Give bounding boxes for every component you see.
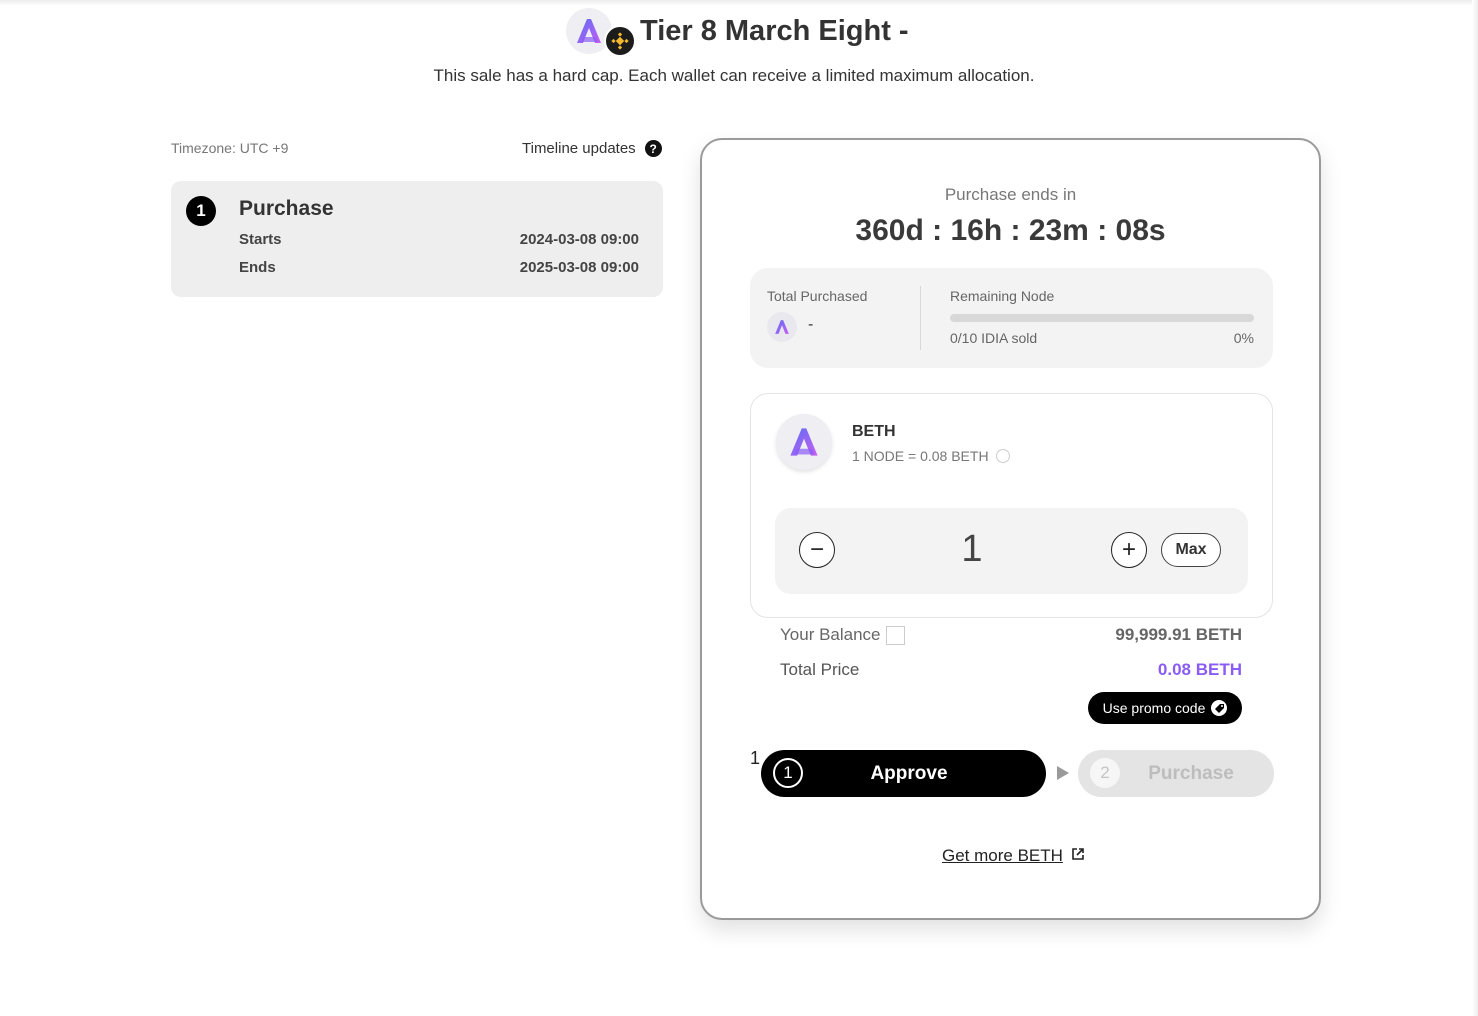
external-link-icon xyxy=(1071,846,1085,866)
balance-label: Your Balance xyxy=(780,625,881,644)
sale-header: Tier 8 March Eight - xyxy=(566,6,909,57)
stats-box: Total Purchased - Remaining Node 0/10 ID… xyxy=(750,268,1273,368)
token-logo-icon xyxy=(776,414,832,470)
total-price-row: Total Price 0.08 BETH xyxy=(780,660,1242,680)
timezone-label: Timezone: UTC +9 xyxy=(171,140,289,156)
stats-divider xyxy=(920,286,921,350)
countdown-timer: 360d : 16h : 23m : 08s xyxy=(855,214,1166,247)
total-purchased-label: Total Purchased xyxy=(767,288,868,304)
sold-count-text: 0/10 IDIA sold xyxy=(950,330,1038,346)
phase-starts-label: Starts xyxy=(239,231,282,248)
help-icon[interactable]: ? xyxy=(644,140,662,157)
sale-subtitle: This sale has a hard cap. Each wallet ca… xyxy=(433,66,1035,85)
timeline-updates-link[interactable]: Timeline updates ? xyxy=(522,140,662,157)
increase-quantity-button[interactable]: + xyxy=(1111,532,1147,568)
step-marker: 1 xyxy=(750,748,761,768)
phase-number-badge: 1 xyxy=(186,196,216,226)
total-price-value: 0.08 BETH xyxy=(1157,660,1242,679)
phase-name: Purchase xyxy=(239,197,334,220)
token-placeholder-icon xyxy=(885,625,905,645)
project-logo-icon xyxy=(767,312,797,342)
info-icon[interactable] xyxy=(995,449,1010,463)
coupon-icon xyxy=(1211,700,1228,716)
get-more-beth-link[interactable]: Get more BETH xyxy=(942,846,1085,866)
get-more-label: Get more BETH xyxy=(942,846,1063,865)
phase-card: 1 Purchase Starts 2024-03-08 09:00 Ends … xyxy=(171,181,663,297)
purchase-ends-label: Purchase ends in xyxy=(944,185,1077,204)
balance-label-group: Your Balance xyxy=(780,625,905,645)
token-rate-row: 1 NODE = 0.08 BETH xyxy=(852,448,1010,464)
decrease-quantity-button[interactable]: − xyxy=(799,532,835,568)
phase-ends-row: Ends 2025-03-08 09:00 xyxy=(239,259,639,276)
token-box: BETH 1 NODE = 0.08 BETH − 1 + Max xyxy=(750,393,1273,618)
phase-starts-row: Starts 2024-03-08 09:00 xyxy=(239,231,639,248)
use-promo-code-button[interactable]: Use promo code xyxy=(1088,692,1242,724)
max-button[interactable]: Max xyxy=(1161,533,1221,567)
sale-title: Tier 8 March Eight - xyxy=(640,14,909,47)
purchase-panel: Purchase ends in 360d : 16h : 23m : 08s … xyxy=(700,138,1321,920)
arrow-right-icon xyxy=(1057,766,1069,780)
sale-logo-group xyxy=(566,6,636,57)
token-name: BETH xyxy=(852,423,896,440)
promo-label: Use promo code xyxy=(1102,700,1206,716)
purchase-step-badge: 2 xyxy=(1090,758,1120,788)
purchase-button[interactable]: 2 Purchase xyxy=(1078,750,1274,797)
phase-starts-value: 2024-03-08 09:00 xyxy=(519,231,639,248)
sold-progress-bar xyxy=(950,314,1254,322)
quantity-value[interactable]: 1 xyxy=(955,528,989,571)
token-rate: 1 NODE = 0.08 BETH xyxy=(852,448,989,464)
balance-row: Your Balance 99,999.91 BETH xyxy=(780,625,1242,645)
bnb-chain-icon xyxy=(604,25,636,57)
quantity-stepper: − 1 + Max xyxy=(775,508,1248,594)
remaining-node-label: Remaining Node xyxy=(950,288,1055,304)
approve-label: Approve xyxy=(870,763,948,784)
timeline-updates-label: Timeline updates xyxy=(522,140,636,157)
phase-ends-value: 2025-03-08 09:00 xyxy=(519,259,639,276)
approve-button[interactable]: 1 Approve xyxy=(761,750,1046,797)
total-price-label: Total Price xyxy=(780,660,860,679)
total-purchased-value: - xyxy=(808,316,814,333)
sold-percent-text: 0% xyxy=(1233,330,1254,346)
phase-ends-label: Ends xyxy=(239,259,276,276)
balance-value: 99,999.91 BETH xyxy=(1115,625,1242,644)
right-shade xyxy=(1472,0,1478,1016)
purchase-label: Purchase xyxy=(1148,763,1234,784)
